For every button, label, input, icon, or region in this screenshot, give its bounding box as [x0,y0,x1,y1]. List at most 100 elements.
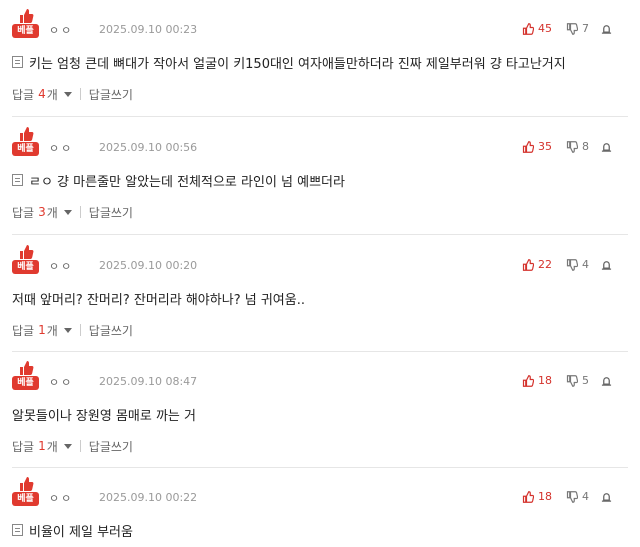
reply-toggle[interactable]: 답글 1 개 [12,322,72,339]
write-reply-button[interactable]: 답글쓰기 [89,322,133,339]
thumbs-down-icon [566,374,578,387]
comment-date: 2025.09.10 00:56 [99,141,198,154]
reply-unit: 개 [46,323,58,338]
comment-date: 2025.09.10 00:20 [99,259,198,272]
comment-text: 비율이 제일 부러움 [29,524,133,540]
like-count: 22 [538,258,552,271]
like-button[interactable]: 22 [522,258,552,271]
dislike-count: 8 [582,140,589,153]
thumbs-up-icon [20,477,34,491]
like-count: 35 [538,140,552,153]
best-badge: 베플 [12,8,39,44]
dislike-button[interactable]: 4 [566,490,589,503]
best-label: 베플 [12,260,39,274]
comment-text: 알못들이나 장원영 몸매로 까는 거 [12,408,196,424]
comment-text: 저때 앞머리? 잔머리? 잔머리라 해야하나? 넘 귀여움.. [12,292,305,308]
reply-label: 답글 [12,439,35,454]
like-count: 18 [538,490,552,503]
comment-date: 2025.09.10 00:22 [99,491,198,504]
divider [79,324,81,336]
comment-item: 베플 ㅇㅇ 2025.09.10 00:56 35 8 ㄹㅇ 걍 마른줄만 알았… [0,118,640,230]
thumbs-down-icon [566,140,578,153]
reply-count: 1 [38,439,46,453]
thumbs-up-icon [522,490,534,503]
nickname[interactable]: ㅇㅇ [49,490,73,506]
reply-toggle[interactable]: 답글 1 개 [12,438,72,455]
best-label: 베플 [12,376,39,390]
chevron-down-icon [63,327,72,333]
report-button[interactable] [601,491,612,502]
nickname[interactable]: ㅇㅇ [49,374,73,390]
comment-item: 베플 ㅇㅇ 2025.09.10 00:23 45 7 키는 엄청 큰데 뼈대가… [0,0,640,112]
dislike-count: 7 [582,22,589,35]
chevron-down-icon [63,91,72,97]
dislike-button[interactable]: 7 [566,22,589,35]
thumbs-up-icon [20,127,34,141]
best-badge: 베플 [12,476,39,512]
dislike-button[interactable]: 8 [566,140,589,153]
reply-unit: 개 [46,439,58,454]
reply-label: 답글 [12,323,35,338]
reply-toggle[interactable]: 답글 4 개 [12,86,72,103]
divider [79,206,81,218]
nickname[interactable]: ㅇㅇ [49,140,73,156]
write-reply-button[interactable]: 답글쓰기 [89,438,133,455]
report-button[interactable] [601,23,612,34]
nickname[interactable]: ㅇㅇ [49,22,73,38]
write-reply-button[interactable]: 답글쓰기 [89,86,133,103]
thumbs-up-icon [20,9,34,23]
divider [79,440,81,452]
dislike-count: 5 [582,374,589,387]
report-icon [601,143,612,152]
dislike-count: 4 [582,490,589,503]
report-icon [601,25,612,34]
like-button[interactable]: 18 [522,374,552,387]
reply-unit: 개 [46,205,58,220]
best-label: 베플 [12,142,39,156]
write-reply-button[interactable]: 답글쓰기 [89,204,133,221]
best-badge: 베플 [12,126,39,162]
report-button[interactable] [601,259,612,270]
like-count: 45 [538,22,552,35]
document-icon [12,174,23,186]
like-button[interactable]: 35 [522,140,552,153]
thumbs-up-icon [522,140,534,153]
comment-date: 2025.09.10 00:23 [99,23,198,36]
thumbs-up-icon [522,22,534,35]
best-badge: 베플 [12,244,39,280]
thumbs-down-icon [566,258,578,271]
chevron-down-icon [63,443,72,449]
report-icon [601,261,612,270]
best-label: 베플 [12,492,39,506]
divider [79,88,81,100]
dislike-button[interactable]: 5 [566,374,589,387]
comment-item: 베플 ㅇㅇ 2025.09.10 08:47 18 5 알못들이나 장원영 몸매… [0,352,640,464]
nickname[interactable]: ㅇㅇ [49,258,73,274]
reply-unit: 개 [46,87,58,102]
like-button[interactable]: 45 [522,22,552,35]
reply-count: 1 [38,323,46,337]
report-button[interactable] [601,375,612,386]
document-icon [12,56,23,68]
like-count: 18 [538,374,552,387]
reply-count: 3 [38,205,46,219]
comment-date: 2025.09.10 08:47 [99,375,198,388]
divider [12,234,628,235]
dislike-button[interactable]: 4 [566,258,589,271]
comment-item: 베플 ㅇㅇ 2025.09.10 00:20 22 4 저때 앞머리? 잔머리?… [0,236,640,348]
reply-label: 답글 [12,87,35,102]
chevron-down-icon [63,209,72,215]
report-icon [601,377,612,386]
thumbs-down-icon [566,22,578,35]
dislike-count: 4 [582,258,589,271]
report-button[interactable] [601,141,612,152]
reply-label: 답글 [12,205,35,220]
like-button[interactable]: 18 [522,490,552,503]
comment-text: 키는 엄청 큰데 뼈대가 작아서 얼굴이 키150대인 여자애들만하더라 진짜 … [29,56,566,72]
thumbs-up-icon [522,374,534,387]
thumbs-down-icon [566,490,578,503]
comment-item: 베플 ㅇㅇ 2025.09.10 00:22 18 4 비율이 제일 부러움 [0,468,640,544]
reply-toggle[interactable]: 답글 3 개 [12,204,72,221]
document-icon [12,524,23,536]
thumbs-up-icon [522,258,534,271]
